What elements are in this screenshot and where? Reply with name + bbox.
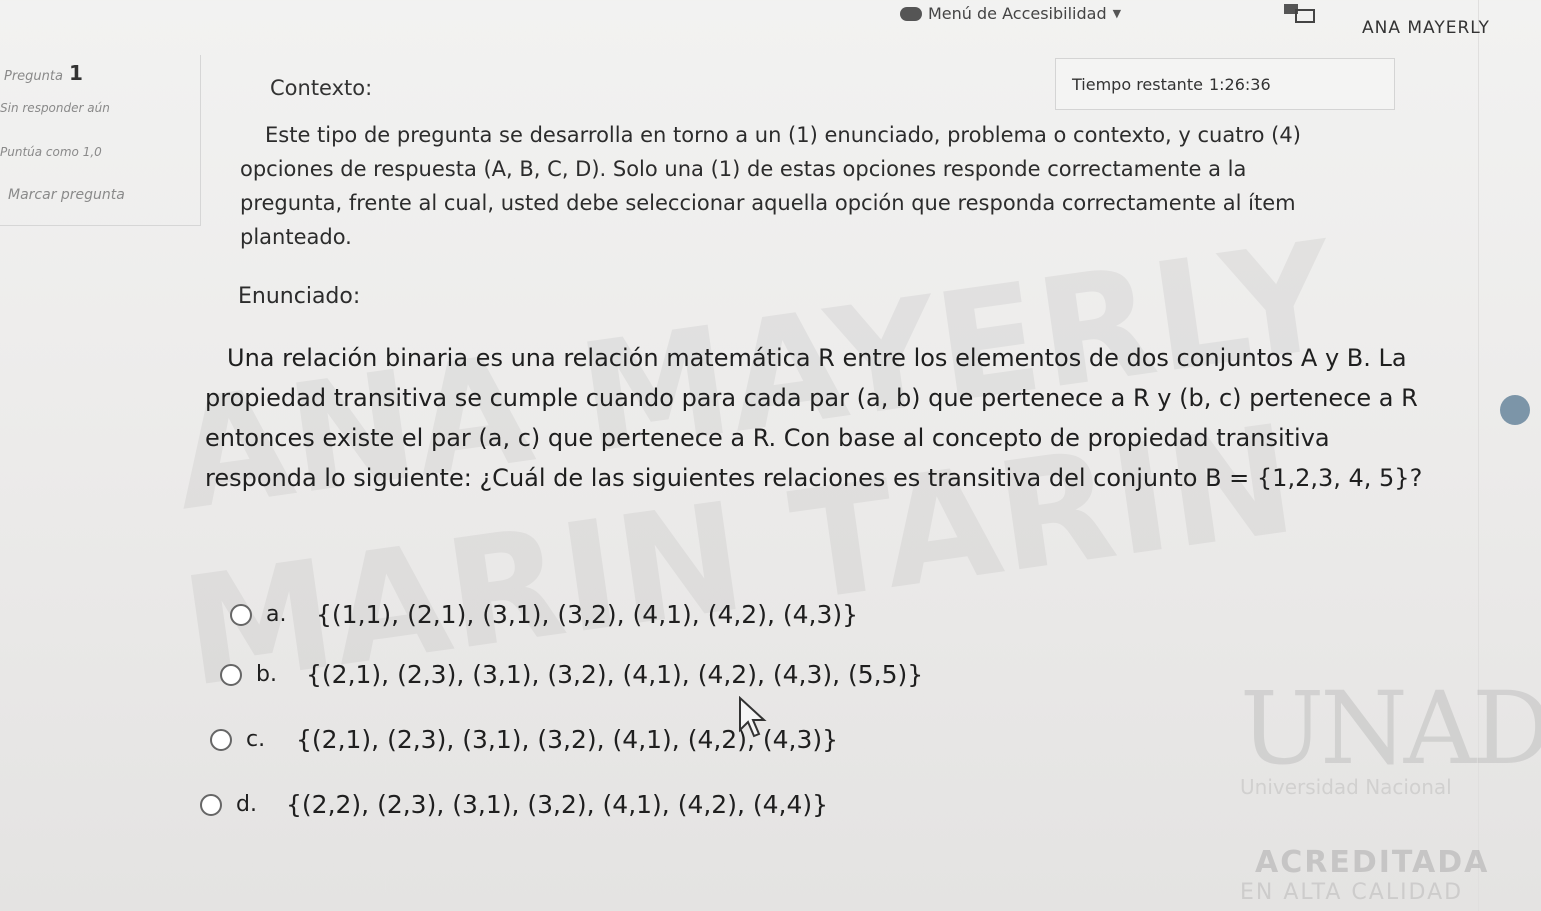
question-label: Pregunta — [4, 69, 63, 84]
option-letter: c. — [246, 727, 266, 752]
statement-text: Una relación binaria es una relación mat… — [205, 344, 1423, 492]
question-score: Puntúa como 1,0 — [0, 145, 102, 159]
option-text: {(1,1), (2,1), (3,1), (3,2), (4,1), (4,2… — [316, 600, 859, 629]
accessibility-menu[interactable]: Menú de Accesibilidad ▼ — [900, 4, 1121, 23]
flag-question-link[interactable]: Marcar pregunta — [8, 187, 125, 203]
chevron-down-icon: ▼ — [1112, 7, 1122, 20]
accessibility-icon — [900, 6, 922, 21]
timer-box: Tiempo restante 1:26:36 — [1055, 58, 1395, 110]
answer-option-b[interactable]: b. {(2,1), (2,3), (3,1), (3,2), (4,1), (… — [220, 660, 923, 689]
top-bar: Menú de Accesibilidad ▼ ANA MAYERLY — [0, 0, 1541, 40]
timer-value: 1:26:36 — [1208, 74, 1271, 94]
radio-button[interactable] — [220, 663, 242, 686]
question-info-panel: Pregunta 1 Sin responder aún Puntúa como … — [0, 55, 201, 226]
option-text: {(2,1), (2,3), (3,1), (3,2), (4,1), (4,2… — [306, 660, 924, 689]
accreditation-text: ACREDITADA — [1255, 845, 1490, 880]
radio-button[interactable] — [230, 603, 252, 626]
unad-subtitle: Universidad Nacional — [1240, 775, 1452, 799]
radio-button[interactable] — [200, 793, 222, 816]
timer-label: Tiempo restante — [1072, 74, 1203, 94]
unad-logo: UNAD — [1240, 670, 1541, 787]
question-number: Pregunta 1 — [4, 61, 83, 85]
messages-icon[interactable] — [1282, 2, 1318, 24]
statement-heading: Enunciado: — [238, 284, 361, 309]
answer-option-d[interactable]: d. {(2,2), (2,3), (3,1), (3,2), (4,1), (… — [200, 790, 828, 819]
question-number-value: 1 — [68, 61, 83, 85]
accessibility-menu-label: Menú de Accesibilidad — [928, 4, 1107, 23]
help-badge-icon[interactable] — [1500, 395, 1530, 425]
option-letter: a. — [266, 602, 287, 627]
context-text: Este tipo de pregunta se desarrolla en t… — [240, 123, 1301, 249]
option-letter: b. — [256, 662, 277, 687]
option-letter: d. — [236, 792, 257, 817]
question-status: Sin responder aún — [0, 101, 110, 115]
option-text: {(2,2), (2,3), (3,1), (3,2), (4,1), (4,2… — [286, 790, 829, 819]
accreditation-subtitle: EN ALTA CALIDAD — [1240, 880, 1464, 905]
user-menu[interactable]: ANA MAYERLY — [1362, 18, 1490, 38]
mouse-cursor-icon — [739, 696, 767, 738]
context-heading: Contexto: — [270, 76, 373, 100]
answer-option-a[interactable]: a. {(1,1), (2,1), (3,1), (3,2), (4,1), (… — [230, 600, 858, 629]
radio-button[interactable] — [210, 728, 232, 751]
